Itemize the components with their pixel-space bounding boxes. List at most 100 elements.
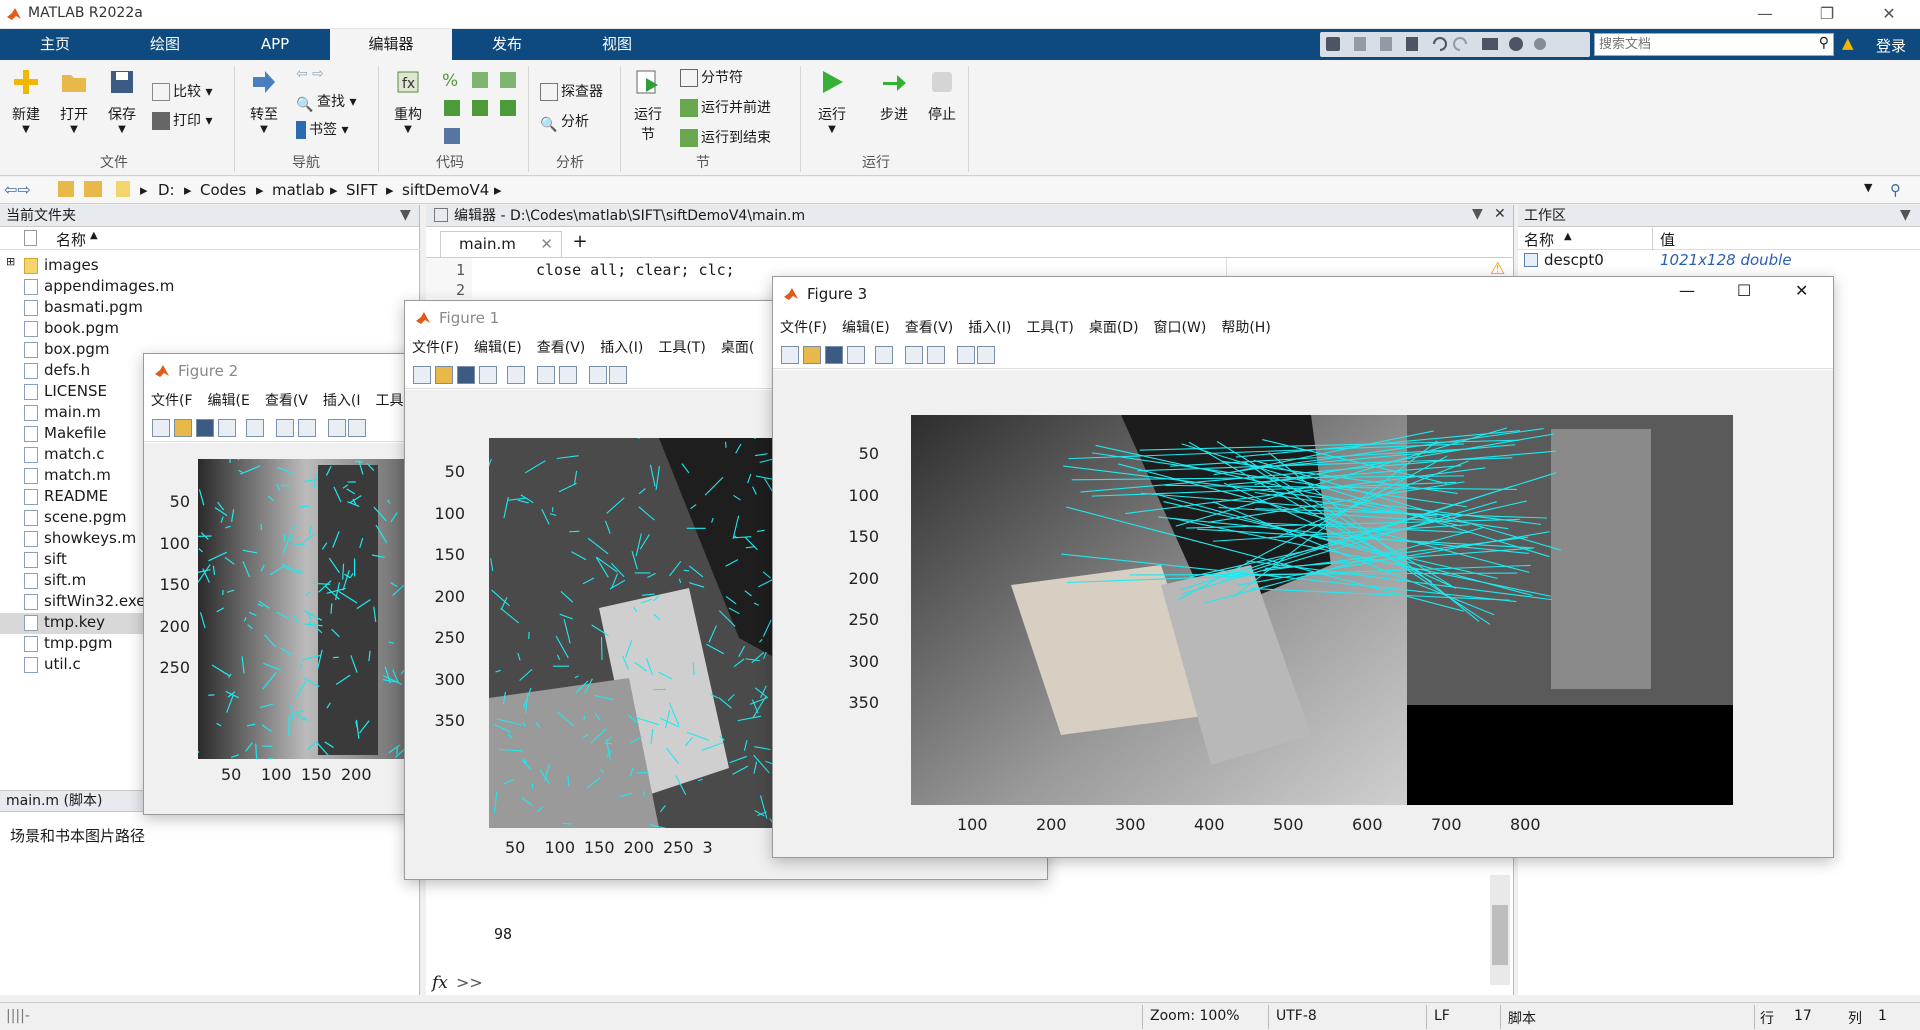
close-figure-button[interactable]: ✕ bbox=[1795, 281, 1808, 300]
print-icon[interactable] bbox=[218, 419, 236, 437]
browse-folder-icon[interactable] bbox=[84, 181, 102, 197]
property-editor-icon[interactable] bbox=[348, 419, 366, 437]
open-file-icon[interactable] bbox=[803, 346, 821, 364]
command-prompt[interactable]: >> bbox=[456, 973, 483, 992]
file-list-item[interactable]: tmp.key bbox=[24, 612, 105, 633]
fx-icon[interactable]: fx bbox=[432, 973, 448, 993]
figure-2-window[interactable]: Figure 2 文件(F编辑(E查看(V插入(I工具(T桌 501001502… bbox=[143, 353, 433, 815]
pointer-icon[interactable] bbox=[589, 366, 607, 384]
tab-publish[interactable]: 发布 bbox=[452, 29, 562, 60]
restore-button[interactable]: ❐ bbox=[1804, 2, 1850, 26]
search-folder-icon[interactable]: ⚲ bbox=[1890, 181, 1901, 199]
print-icon[interactable] bbox=[847, 346, 865, 364]
save-button[interactable]: 保存 ▼ bbox=[102, 60, 142, 135]
pointer-icon[interactable] bbox=[328, 419, 346, 437]
new-figure-icon[interactable] bbox=[781, 346, 799, 364]
link-icon[interactable] bbox=[246, 419, 264, 437]
link-icon[interactable] bbox=[507, 366, 525, 384]
tab-plots[interactable]: 绘图 bbox=[110, 29, 220, 60]
tab-main-m[interactable]: main.m ✕ bbox=[440, 231, 562, 257]
new-tab-button[interactable]: + bbox=[566, 231, 594, 255]
menu-edit[interactable]: 编辑(E bbox=[208, 393, 250, 409]
workspace-row[interactable]: descpt0 1021x128 double bbox=[1518, 251, 1920, 271]
search-icon[interactable]: ⚲ bbox=[1819, 35, 1829, 51]
menu-window[interactable]: 窗口(W) bbox=[1154, 320, 1207, 336]
file-list-item[interactable]: book.pgm bbox=[24, 318, 119, 339]
menu-edit[interactable]: 编辑(E) bbox=[474, 340, 522, 356]
editor-close-icon[interactable]: ✕ bbox=[1494, 206, 1506, 222]
path-segment[interactable]: matlab bbox=[272, 181, 325, 199]
menu-desktop[interactable]: 桌面(D) bbox=[1089, 320, 1139, 336]
menu-tools[interactable]: 工具(T) bbox=[1026, 320, 1073, 336]
print-button[interactable]: 打印 ▾ bbox=[152, 109, 212, 133]
figure-title[interactable]: Figure 3 bbox=[773, 277, 1833, 311]
step-button[interactable]: 步进 bbox=[874, 60, 914, 124]
file-list-item[interactable]: siftWin32.exe bbox=[24, 591, 146, 612]
tab-view[interactable]: 视图 bbox=[562, 29, 672, 60]
save-figure-icon[interactable] bbox=[196, 419, 214, 437]
file-list-item[interactable]: sift bbox=[24, 549, 67, 570]
save-figure-icon[interactable] bbox=[825, 346, 843, 364]
figure-3-window[interactable]: Figure 3 — ☐ ✕ 文件(F) 编辑(E) 查看(V) 插入(I) 工具(T)… bbox=[772, 276, 1834, 858]
file-list-item[interactable]: scene.pgm bbox=[24, 507, 126, 528]
back-forward-icon[interactable]: ⇦⇨ bbox=[4, 180, 31, 199]
new-figure-icon[interactable] bbox=[152, 419, 170, 437]
tab-editor[interactable]: 编辑器 bbox=[330, 29, 452, 60]
analyze-button[interactable]: 🔍 分析 bbox=[540, 110, 589, 134]
search-documentation[interactable]: ⚲ bbox=[1594, 33, 1834, 56]
menu-desktop[interactable]: 桌面( bbox=[721, 340, 754, 356]
menu-file[interactable]: 文件(F bbox=[151, 393, 193, 409]
goto-button[interactable]: 转至 ▼ bbox=[244, 60, 284, 135]
section-break-button[interactable]: 分节符 bbox=[680, 66, 743, 90]
menu-view[interactable]: 查看(V) bbox=[537, 340, 586, 356]
open-file-icon[interactable] bbox=[435, 366, 453, 384]
new-button[interactable]: 新建 ▼ bbox=[6, 60, 46, 135]
stop-button[interactable]: 停止 bbox=[922, 60, 962, 124]
menu-tools[interactable]: 工具(T) bbox=[658, 340, 705, 356]
minimize-button[interactable]: — bbox=[1679, 281, 1695, 300]
file-list-item[interactable]: Makefile bbox=[24, 423, 106, 444]
up-folder-icon[interactable] bbox=[58, 181, 74, 197]
file-list-item[interactable]: showkeys.m bbox=[24, 528, 136, 549]
code-tools[interactable]: % bbox=[442, 68, 522, 148]
pointer-icon[interactable] bbox=[957, 346, 975, 364]
path-segment[interactable]: SIFT bbox=[346, 181, 377, 199]
search-input[interactable] bbox=[1595, 34, 1805, 55]
property-editor-icon[interactable] bbox=[977, 346, 995, 364]
maximize-button[interactable]: ☐ bbox=[1737, 281, 1751, 300]
colorbar-icon[interactable] bbox=[276, 419, 294, 437]
print-icon[interactable] bbox=[479, 366, 497, 384]
run-button[interactable]: 运行 ▼ bbox=[812, 60, 852, 135]
login-link[interactable]: 登录 bbox=[1876, 35, 1906, 56]
file-list-item[interactable]: match.m bbox=[24, 465, 111, 486]
workspace-header[interactable]: 名称 ▲ 值 bbox=[1518, 228, 1920, 250]
tab-apps[interactable]: APP bbox=[220, 29, 330, 60]
editor-menu-icon[interactable]: ▼ bbox=[1472, 206, 1483, 222]
menu-view[interactable]: 查看(V) bbox=[905, 320, 954, 336]
path-segment[interactable]: siftDemoV4 bbox=[402, 181, 489, 199]
file-list-item[interactable]: util.c bbox=[24, 654, 81, 675]
figure-title[interactable]: Figure 2 bbox=[144, 354, 432, 388]
file-list-item[interactable]: tmp.pgm bbox=[24, 633, 112, 654]
open-file-icon[interactable] bbox=[174, 419, 192, 437]
file-list-item[interactable]: LICENSE bbox=[24, 381, 107, 402]
run-to-end-button[interactable]: 运行到结束 bbox=[680, 126, 771, 150]
menu-edit[interactable]: 编辑(E) bbox=[842, 320, 890, 336]
workspace-menu-icon[interactable]: ▼ bbox=[1900, 207, 1911, 223]
panel-menu-icon[interactable]: ▼ bbox=[400, 207, 411, 223]
file-list-item[interactable]: images bbox=[24, 255, 99, 276]
path-segment[interactable]: Codes bbox=[200, 181, 246, 199]
menu-file[interactable]: 文件(F) bbox=[780, 320, 827, 336]
link-icon[interactable] bbox=[875, 346, 893, 364]
file-list-item[interactable]: appendimages.m bbox=[24, 276, 174, 297]
file-list-item[interactable]: basmati.pgm bbox=[24, 297, 143, 318]
save-figure-icon[interactable] bbox=[457, 366, 475, 384]
scrollbar[interactable] bbox=[1490, 875, 1510, 985]
close-window-button[interactable]: ✕ bbox=[1866, 2, 1912, 26]
colorbar-icon[interactable] bbox=[537, 366, 555, 384]
menu-insert[interactable]: 插入(I bbox=[323, 393, 361, 409]
file-list-item[interactable]: main.m bbox=[24, 402, 101, 423]
run-advance-button[interactable]: 运行并前进 bbox=[680, 96, 771, 120]
menu-file[interactable]: 文件(F) bbox=[412, 340, 459, 356]
property-editor-icon[interactable] bbox=[609, 366, 627, 384]
